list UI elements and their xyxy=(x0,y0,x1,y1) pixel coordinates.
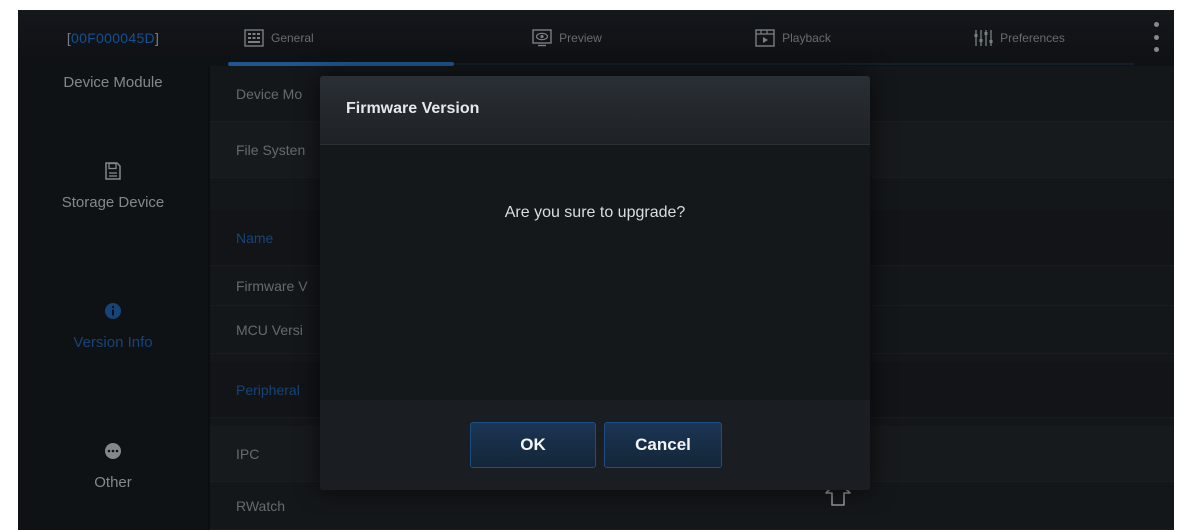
dialog-header: Firmware Version xyxy=(320,76,870,145)
dialog-title: Firmware Version xyxy=(346,100,480,117)
app-screen: [ 00F000045D ] General Preview Playback … xyxy=(18,10,1174,530)
cancel-button[interactable]: Cancel xyxy=(604,422,722,468)
firmware-upgrade-dialog: Firmware Version Are you sure to upgrade… xyxy=(320,76,870,490)
ok-button[interactable]: OK xyxy=(470,422,596,468)
dialog-message: Are you sure to upgrade? xyxy=(504,204,686,221)
dialog-body xyxy=(320,145,870,400)
